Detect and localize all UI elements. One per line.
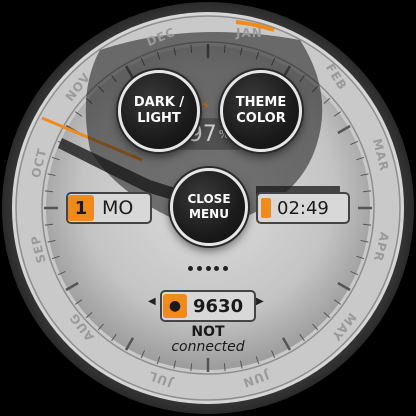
close-menu-label-2: MENU	[189, 207, 229, 221]
theme-color-label-1: THEME	[235, 94, 287, 110]
time-complication[interactable]: 02:49	[256, 192, 350, 224]
page-dot	[196, 266, 202, 271]
weekday-day: 1	[68, 195, 94, 221]
bolt-icon: ⚡	[200, 96, 212, 115]
theme-color-label-2: COLOR	[236, 111, 286, 126]
page-dot	[188, 266, 193, 271]
month-jan: JAN	[236, 26, 263, 40]
steps-complication[interactable]: ● 9630	[160, 290, 256, 322]
theme-color-button[interactable]: THEME COLOR	[220, 70, 302, 152]
weekday-complication[interactable]: 1 MO	[66, 192, 152, 224]
close-menu-label-1: CLOSE	[187, 192, 231, 206]
page-dot	[214, 266, 220, 271]
time-icon	[261, 198, 271, 218]
dark-light-button[interactable]: DARK / LIGHT	[118, 70, 200, 152]
steps-next-arrow[interactable]: ▶	[256, 296, 264, 307]
page-indicator	[188, 266, 228, 272]
page-dot	[205, 266, 211, 271]
time-value: 02:49	[277, 197, 329, 219]
connection-detail: connected	[171, 339, 245, 355]
page-dot	[223, 266, 228, 271]
dark-light-label-2: LIGHT	[137, 111, 181, 126]
dark-light-label-1: DARK /	[133, 94, 185, 110]
steps-icon: ●	[163, 294, 187, 318]
close-menu-button[interactable]: CLOSE MENU	[170, 168, 248, 246]
connection-status: NOT	[191, 324, 225, 340]
steps-prev-arrow[interactable]: ◀	[148, 296, 156, 307]
weekday-name: MO	[102, 197, 134, 219]
steps-value: 9630	[193, 295, 244, 317]
